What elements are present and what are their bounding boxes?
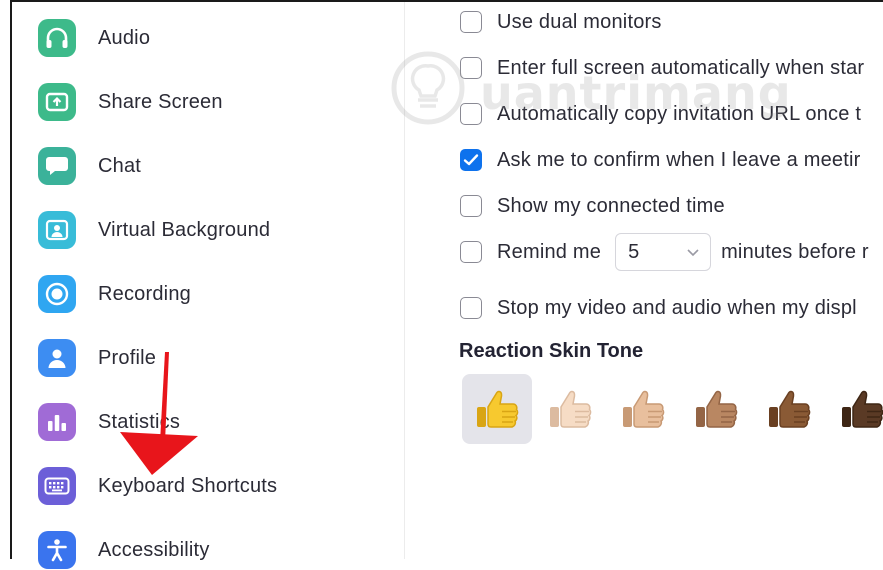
stop-video-label: Stop my video and audio when my displ [497,296,857,319]
general-settings-panel: Use dual monitors Enter full screen auto… [405,2,883,559]
skin-tone-medium-dark-button[interactable] [754,374,824,444]
remind-me-checkbox[interactable] [460,241,482,263]
person-frame-icon [38,211,76,249]
checkmark-icon [463,154,479,166]
share-screen-icon [38,83,76,121]
chevron-down-icon [687,249,699,257]
skin-tone-light-button[interactable] [535,374,605,444]
sidebar-item-label: Statistics [98,410,181,433]
skin-tone-picker [462,374,883,444]
sidebar-item-accessibility[interactable]: Accessibility [38,530,210,570]
skin-tone-dark-button[interactable] [827,374,883,444]
setting-dual-monitors: Use dual monitors [460,7,662,37]
remind-minutes-select[interactable]: 5 [615,233,712,271]
sidebar-item-share-screen[interactable]: Share Screen [38,82,223,122]
thumbs-up-icon [769,390,811,428]
sidebar-item-label: Audio [98,26,151,49]
setting-confirm-leave: Ask me to confirm when I leave a meetir [460,145,861,175]
sidebar-item-label: Recording [98,282,191,305]
skin-tone-default-yellow-button[interactable] [462,374,532,444]
accessibility-icon [38,531,76,569]
remind-me-suffix: minutes before r [721,240,869,263]
setting-remind-me: Remind me 5 minutes before r [460,233,869,271]
sidebar-item-recording[interactable]: Recording [38,274,191,314]
skin-tone-medium-button[interactable] [681,374,751,444]
sidebar-item-label: Accessibility [98,538,210,561]
person-icon [38,339,76,377]
headphones-icon [38,19,76,57]
setting-stop-video-audio: Stop my video and audio when my displ [460,293,857,323]
remind-minutes-value: 5 [628,240,640,263]
setting-copy-invitation-url: Automatically copy invitation URL once t [460,99,861,129]
sidebar-item-label: Share Screen [98,90,223,113]
thumbs-up-icon [477,390,519,428]
skin-tone-medium-light-button[interactable] [608,374,678,444]
sidebar-item-virtual-background[interactable]: Virtual Background [38,210,270,250]
settings-sidebar: Audio Share Screen Chat Virtual Backgrou… [12,2,404,569]
thumbs-up-icon [696,390,738,428]
connected-time-label: Show my connected time [497,194,725,217]
sidebar-item-chat[interactable]: Chat [38,146,141,186]
thumbs-up-icon [842,390,883,428]
copy-url-label: Automatically copy invitation URL once t [497,102,862,125]
confirm-leave-label: Ask me to confirm when I leave a meetir [497,148,861,171]
chat-icon [38,147,76,185]
dual-monitors-checkbox[interactable] [460,11,482,33]
dual-monitors-label: Use dual monitors [497,10,662,33]
reaction-skin-tone-heading: Reaction Skin Tone [459,340,644,362]
sidebar-item-label: Keyboard Shortcuts [98,474,278,497]
full-screen-checkbox[interactable] [460,57,482,79]
thumbs-up-icon [623,390,665,428]
sidebar-item-label: Profile [98,346,157,369]
keyboard-icon [38,467,76,505]
sidebar-item-keyboard-shortcuts[interactable]: Keyboard Shortcuts [38,466,277,506]
remind-me-label: Remind me [497,240,602,263]
record-icon [38,275,76,313]
sidebar-item-statistics[interactable]: Statistics [38,402,180,442]
copy-url-checkbox[interactable] [460,103,482,125]
stop-video-checkbox[interactable] [460,297,482,319]
bar-chart-icon [38,403,76,441]
setting-full-screen: Enter full screen automatically when sta… [460,53,864,83]
sidebar-item-label: Chat [98,154,142,177]
thumbs-up-icon [550,390,592,428]
full-screen-label: Enter full screen automatically when sta… [497,56,865,79]
sidebar-item-label: Virtual Background [98,218,271,241]
setting-connected-time: Show my connected time [460,191,725,221]
connected-time-checkbox[interactable] [460,195,482,217]
sidebar-item-profile[interactable]: Profile [38,338,156,378]
sidebar-item-audio[interactable]: Audio [38,18,150,58]
confirm-leave-checkbox[interactable] [460,149,482,171]
